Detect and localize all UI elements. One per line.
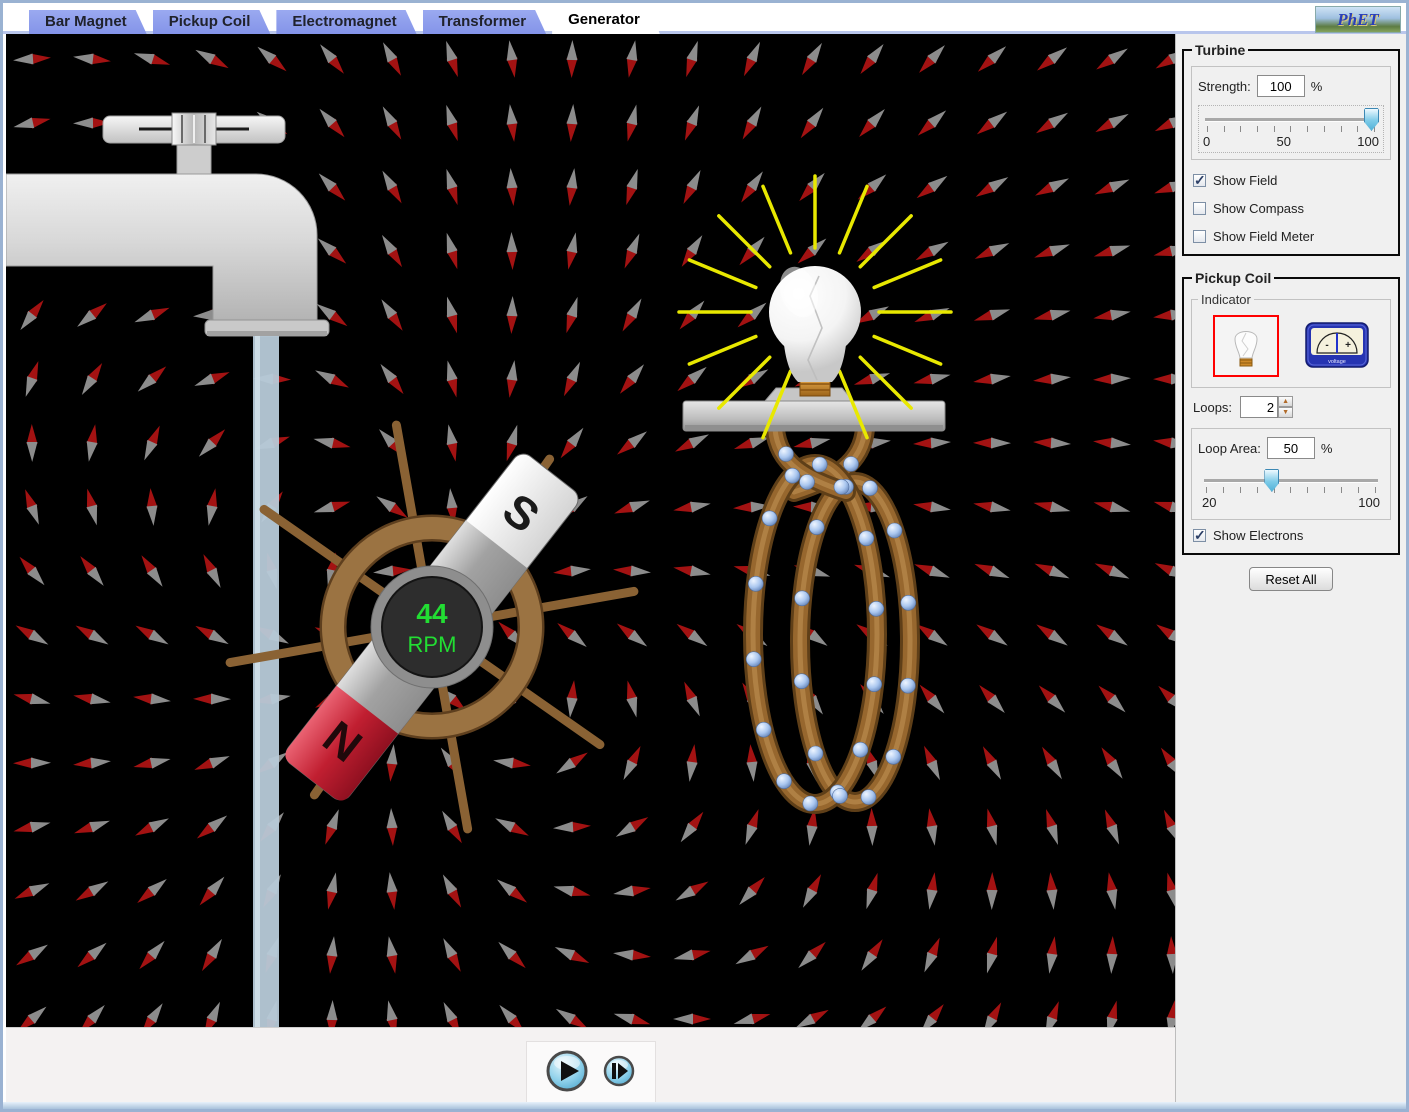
rpm-value: 44 xyxy=(416,598,448,629)
strength-input[interactable] xyxy=(1257,75,1305,97)
loop-area-slider-ticks xyxy=(1206,487,1376,494)
indicator-label: Indicator xyxy=(1198,292,1254,307)
tab-transformer[interactable]: Transformer xyxy=(423,10,547,34)
tab-generator[interactable]: Generator xyxy=(552,5,660,34)
play-button[interactable] xyxy=(548,1052,586,1090)
strength-slider-labels: 0 50 100 xyxy=(1203,134,1379,149)
water-stream xyxy=(253,336,279,1027)
loop-area-unit: % xyxy=(1321,441,1333,456)
playback-panel xyxy=(526,1041,656,1103)
loop-area-slider-labels: 20 100 xyxy=(1202,495,1380,510)
loop-area-slider-track xyxy=(1204,479,1378,482)
phet-logo: PhET xyxy=(1315,6,1401,33)
turbine-panel-title: Turbine xyxy=(1192,42,1248,58)
strength-slider-track xyxy=(1205,118,1377,121)
faucet xyxy=(6,113,329,336)
loops-label: Loops: xyxy=(1193,400,1232,415)
show-field-checkbox[interactable]: Show Field xyxy=(1193,173,1387,188)
rpm-unit: RPM xyxy=(408,632,457,657)
turbine-wheel[interactable]: S N 44 RPM xyxy=(230,425,634,829)
pickup-coil[interactable] xyxy=(746,429,916,811)
app-window: Bar Magnet Pickup Coil Electromagnet Tra… xyxy=(0,0,1409,1112)
loops-increment-button[interactable]: ▲ xyxy=(1278,396,1293,407)
strength-unit: % xyxy=(1311,79,1323,94)
tab-electromagnet[interactable]: Electromagnet xyxy=(276,10,416,34)
svg-text:voltage: voltage xyxy=(1328,359,1346,365)
lightbulb-icon xyxy=(1226,321,1266,371)
checkbox-box[interactable] xyxy=(1193,529,1206,542)
loops-decrement-button[interactable]: ▼ xyxy=(1278,407,1293,418)
svg-text:-: - xyxy=(1325,340,1328,351)
window-frame-bottom xyxy=(3,1102,1406,1109)
strength-label: Strength: xyxy=(1198,79,1251,94)
loop-area-group: Loop Area: % 20 100 xyxy=(1191,428,1391,520)
tab-bar: Bar Magnet Pickup Coil Electromagnet Tra… xyxy=(3,3,1406,34)
pickup-coil-panel: Pickup Coil Indicator xyxy=(1182,270,1400,555)
checkbox-box[interactable] xyxy=(1193,202,1206,215)
light-bulb xyxy=(769,261,861,396)
faucet-flow-slider[interactable] xyxy=(172,113,216,145)
voltmeter-indicator-button[interactable]: - + voltage xyxy=(1304,321,1370,371)
loop-area-label: Loop Area: xyxy=(1198,441,1261,456)
tab-bar-magnet[interactable]: Bar Magnet xyxy=(29,10,147,34)
tab-pickup-coil[interactable]: Pickup Coil xyxy=(153,10,271,34)
strength-slider-ticks xyxy=(1207,126,1375,133)
show-field-meter-checkbox[interactable]: Show Field Meter xyxy=(1193,229,1387,244)
pickup-panel-title: Pickup Coil xyxy=(1192,270,1274,286)
strength-slider[interactable]: 0 50 100 xyxy=(1198,105,1384,153)
turbine-panel: Turbine Strength: % 0 50 100 xyxy=(1182,42,1400,256)
show-electrons-checkbox[interactable]: Show Electrons xyxy=(1193,528,1387,543)
svg-text:+: + xyxy=(1345,340,1351,351)
checkbox-box[interactable] xyxy=(1193,230,1206,243)
checkbox-box[interactable] xyxy=(1193,174,1206,187)
step-button[interactable] xyxy=(605,1057,633,1085)
rpm-display: 44 RPM xyxy=(371,566,493,688)
show-compass-checkbox[interactable]: Show Compass xyxy=(1193,201,1387,216)
loops-input[interactable] xyxy=(1240,396,1278,418)
playback-bar xyxy=(6,1027,1175,1109)
simulation-canvas: S N 44 RPM xyxy=(6,34,1175,1027)
loop-area-input[interactable] xyxy=(1267,437,1315,459)
control-panel: Turbine Strength: % 0 50 100 xyxy=(1175,34,1406,1108)
indicator-group: Indicator xyxy=(1191,292,1391,388)
lightbulb-indicator-button[interactable] xyxy=(1213,315,1279,377)
reset-all-button[interactable]: Reset All xyxy=(1249,567,1333,591)
voltmeter-icon: - + voltage xyxy=(1305,322,1369,370)
loop-area-slider[interactable]: 20 100 xyxy=(1198,467,1384,513)
